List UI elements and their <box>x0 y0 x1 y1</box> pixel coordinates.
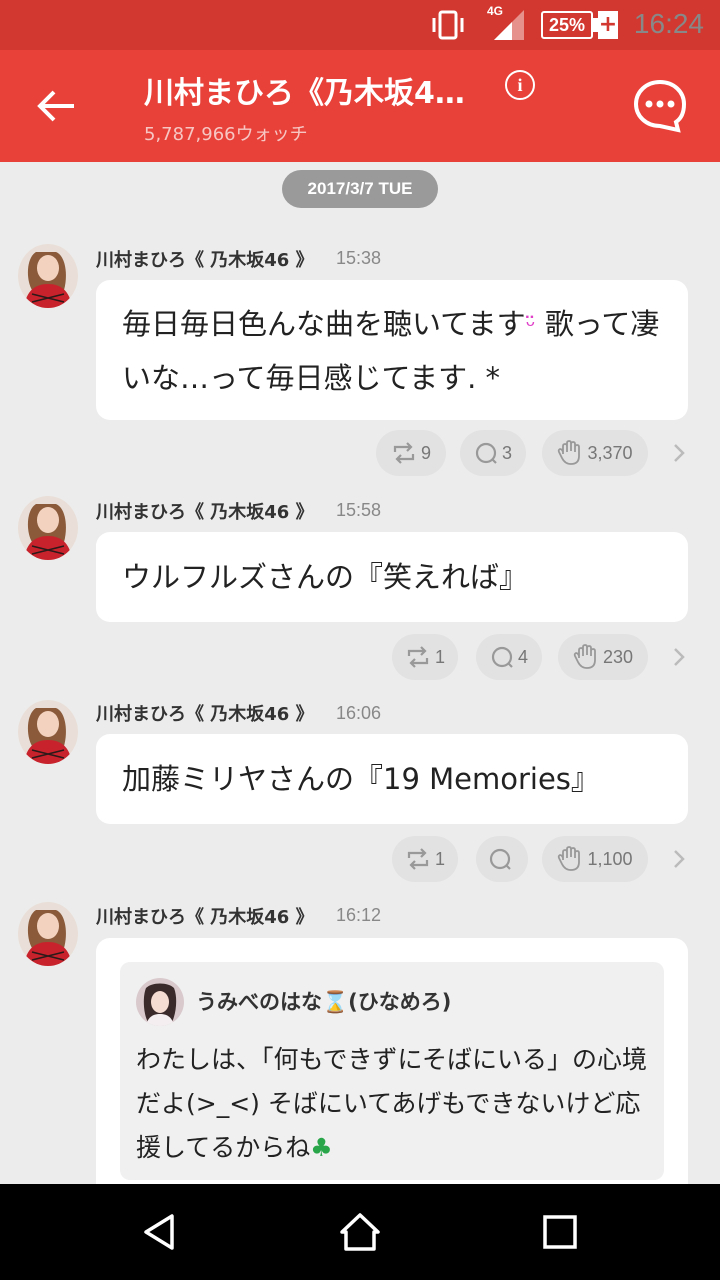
info-icon[interactable]: i <box>505 70 535 100</box>
comment-count: 4 <box>517 646 528 667</box>
post-author: 川村まひろ《 乃木坂46 》 <box>96 907 314 928</box>
date-separator: 2017/3/7 TUE <box>282 170 438 208</box>
clover-icon: ♣ <box>310 1133 333 1162</box>
quote-text: わたしは、「何もできずにそばにいる」の心境だよ(>_<) そばにいてあげもできな… <box>136 1045 648 1162</box>
retweet-button[interactable]: 1 <box>392 634 458 680</box>
charging-icon: + <box>598 11 618 39</box>
status-bar: 4G 25% + 16:24 <box>0 0 720 50</box>
comment-icon <box>491 646 513 668</box>
comment-button[interactable]: 3 <box>460 430 526 476</box>
page-title: 川村まひろ《乃木坂4… <box>144 76 465 111</box>
comment-button[interactable] <box>476 836 528 882</box>
retweet-icon <box>393 442 415 464</box>
avatar[interactable] <box>18 496 78 560</box>
hourglass-icon: ⌛ <box>322 990 349 1014</box>
chevron-right-icon[interactable] <box>672 646 686 668</box>
post-author: 川村まひろ《 乃木坂46 》 <box>96 250 314 271</box>
post-author: 川村まひろ《 乃木坂46 》 <box>96 502 314 523</box>
quoted-comment[interactable]: うみべのはな⌛(ひなめろ) わたしは、「何もできずにそばにいる」の心境だよ(>_… <box>120 962 664 1180</box>
app-bar: 川村まひろ《乃木坂4… i 5,787,966ウォッチ <box>0 50 720 162</box>
nav-recents-icon[interactable] <box>538 1210 582 1254</box>
nav-back-icon[interactable] <box>138 1210 182 1254</box>
post-author: 川村まひろ《 乃木坂46 》 <box>96 704 314 725</box>
clap-button[interactable]: 230 <box>558 634 648 680</box>
relieved-emoji-icon: ᵕ̈ <box>525 312 536 340</box>
retweet-button[interactable]: 1 <box>392 836 458 882</box>
signal-icon <box>494 10 524 40</box>
clap-count: 230 <box>602 646 634 667</box>
message-text: 毎日毎日色んな曲を聴いてますᵕ̈ 歌って凄いな…って毎日感じてます. * <box>122 307 660 395</box>
comment-count: 3 <box>501 442 512 463</box>
retweet-button[interactable]: 9 <box>376 430 446 476</box>
clap-button[interactable]: 1,100 <box>542 836 648 882</box>
clap-count: 1,100 <box>587 848 633 869</box>
message-bubble: 加藤ミリヤさんの『19 Memories』 <box>96 734 688 824</box>
clap-button[interactable]: 3,370 <box>542 430 648 476</box>
retweet-count: 1 <box>434 848 445 869</box>
message-bubble: ウルフルズさんの『笑えれば』 <box>96 532 688 622</box>
avatar[interactable] <box>18 902 78 966</box>
chevron-right-icon[interactable] <box>672 848 686 870</box>
post-time: 15:58 <box>336 500 382 520</box>
comment-icon <box>489 848 511 870</box>
avatar[interactable] <box>18 700 78 764</box>
avatar[interactable] <box>18 244 78 308</box>
post-time: 15:38 <box>336 248 382 268</box>
retweet-count: 1 <box>434 646 445 667</box>
navigation-bar <box>0 1184 720 1280</box>
post-time: 16:12 <box>336 905 382 925</box>
chat-bubble-icon[interactable] <box>632 78 688 134</box>
vibrate-icon <box>432 10 464 40</box>
message-bubble: 毎日毎日色んな曲を聴いてますᵕ̈ 歌って凄いな…って毎日感じてます. * <box>96 280 688 420</box>
message-text: 加藤ミリヤさんの『19 Memories』 <box>122 762 600 796</box>
back-arrow-icon[interactable] <box>30 80 82 132</box>
nav-home-icon[interactable] <box>338 1210 382 1254</box>
battery-level: 25% <box>541 11 593 39</box>
quote-avatar[interactable] <box>136 978 184 1026</box>
quote-author: うみべのはな⌛(ひなめろ) <box>196 990 452 1014</box>
message-text: ウルフルズさんの『笑えれば』 <box>122 560 529 594</box>
clap-count: 3,370 <box>587 442 633 463</box>
chevron-right-icon[interactable] <box>672 442 686 464</box>
retweet-icon <box>407 646 429 668</box>
clap-hand-icon <box>558 440 581 465</box>
clap-hand-icon <box>573 644 596 669</box>
post-time: 16:06 <box>336 703 382 723</box>
comment-icon <box>475 442 497 464</box>
clap-hand-icon <box>558 846 581 871</box>
clock: 16:24 <box>633 8 704 39</box>
retweet-icon <box>407 848 429 870</box>
retweet-count: 9 <box>420 442 431 463</box>
watch-count: 5,787,966ウォッチ <box>144 124 308 145</box>
comment-button[interactable]: 4 <box>476 634 542 680</box>
